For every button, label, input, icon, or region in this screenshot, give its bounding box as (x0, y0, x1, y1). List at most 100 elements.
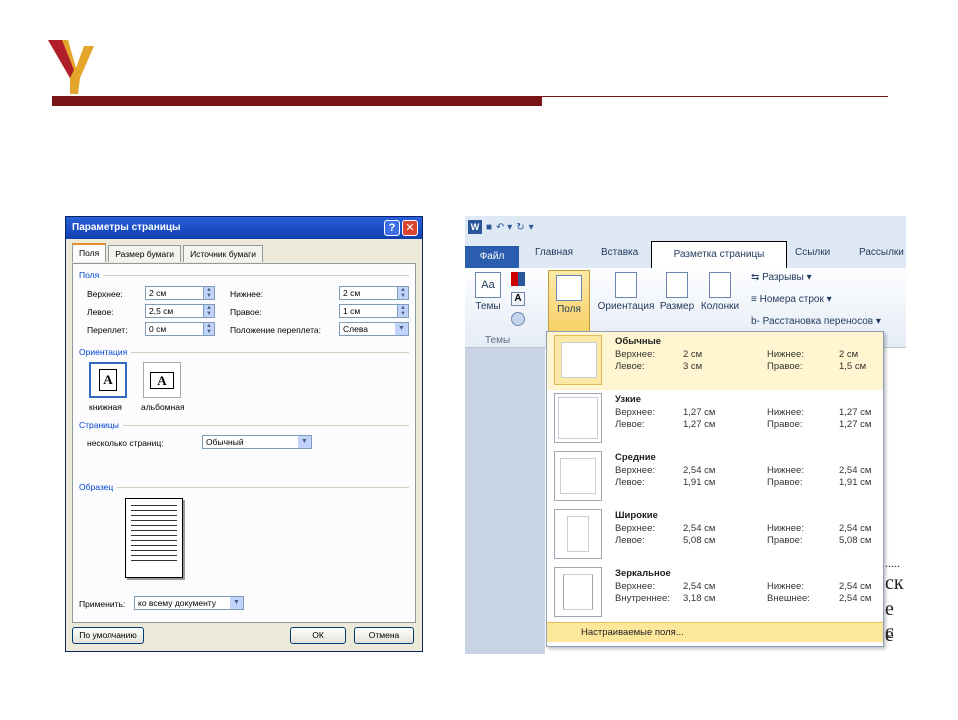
tab-home[interactable]: Главная (535, 247, 573, 258)
theme-fonts-icon[interactable]: A (511, 292, 525, 306)
spinner-icon[interactable]: ▲ ▼ (203, 323, 214, 335)
portrait-button[interactable]: A (89, 362, 127, 398)
quick-access-toolbar: W ■ ↶ ▾ ↻ ▾ (465, 216, 906, 238)
chevron-down-icon[interactable]: ▼ (298, 436, 311, 448)
tab-page-layout[interactable]: Разметка страницы (651, 241, 787, 269)
size-icon (666, 272, 688, 298)
line-numbers-button[interactable]: ≡ Номера строк ▾ (751, 294, 832, 305)
spinner-icon[interactable]: ▲ ▼ (203, 305, 214, 317)
margins-group: Поля (79, 270, 409, 280)
gutter-position-label: Положение переплета: (230, 325, 321, 335)
themes-button[interactable]: Aa Темы (471, 272, 505, 312)
doc-fragment-4: е с (885, 624, 894, 654)
dialog-title: Параметры страницы (72, 222, 181, 233)
margin-option-narrow[interactable]: Узкие Верхнее: 1,27 см Нижнее: 1,27 см Лев… (547, 390, 883, 448)
margin-option-mirrored[interactable]: Зеркальное Верхнее: 2,54 см Нижнее: 2,54 с… (547, 564, 883, 622)
spinner-icon[interactable]: ▲ ▼ (203, 287, 214, 299)
dialog-titlebar: Параметры страницы ? ✕ (66, 217, 422, 239)
gutter-input[interactable]: 0 см ▲ ▼ (145, 322, 215, 336)
spinner-icon[interactable]: ▲ ▼ (397, 305, 408, 317)
doc-fragment-2: ск (885, 572, 904, 594)
landscape-page-icon: A (150, 371, 174, 389)
themes-group-label: Темы (485, 335, 511, 346)
apply-label: Применить: (79, 599, 126, 609)
help-button[interactable]: ? (384, 220, 400, 236)
right-margin-input[interactable]: 1 см ▲ ▼ (339, 304, 409, 318)
margin-preview-icon (554, 335, 602, 385)
close-button[interactable]: ✕ (402, 220, 418, 236)
page-setup-dialog: Параметры страницы ? ✕ Поля Размер бумаг… (65, 216, 423, 652)
columns-icon (709, 272, 731, 298)
margin-option-normal[interactable]: Обычные Верхнее: 2 см Нижнее: 2 см Левое: 3… (547, 332, 883, 390)
tab-insert[interactable]: Вставка (601, 247, 638, 258)
chevron-down-icon[interactable]: ▼ (230, 597, 243, 609)
theme-colors-icon[interactable] (511, 272, 525, 286)
tab-mailings[interactable]: Рассылки (859, 247, 904, 258)
themes-label: Темы (475, 301, 501, 312)
margin-preview-icon (554, 393, 602, 443)
university-logo (48, 40, 94, 94)
margins-button[interactable]: Поля (548, 270, 590, 332)
preview-group: Образец (79, 482, 409, 492)
tab-paper-size[interactable]: Размер бумаги (108, 245, 182, 262)
hyphenation-icon: b- (751, 316, 763, 327)
left-label: Левое: (87, 307, 114, 317)
word-app-icon[interactable]: W (468, 220, 482, 234)
size-button[interactable]: Размер (659, 272, 695, 312)
margins-dropdown: Обычные Верхнее: 2 см Нижнее: 2 см Левое: 3… (546, 331, 884, 647)
margin-preview-icon (554, 451, 602, 501)
hyphenation-button[interactable]: b- Расстановка переносов ▾ (751, 316, 881, 327)
apply-select[interactable]: ко всему документу ▼ (134, 596, 244, 610)
redo-icon[interactable]: ↻ (516, 222, 524, 233)
save-icon[interactable]: ■ (486, 222, 492, 233)
margins-icon (556, 275, 582, 301)
top-margin-input[interactable]: 2 см ▲ ▼ (145, 286, 215, 300)
themes-icon: Aa (475, 272, 501, 298)
orientation-button[interactable]: Ориентация (593, 272, 659, 312)
word-window: W ■ ↶ ▾ ↻ ▾ Файл Главная Вставка Разметк… (465, 216, 906, 654)
margin-preview-icon (554, 567, 602, 617)
tab-file[interactable]: Файл (465, 246, 519, 268)
customize-qat-icon[interactable]: ▾ (529, 222, 534, 233)
margins-panel: Поля Верхнее: 2 см ▲ ▼ Нижнее: 2 см ▲ ▼ Лево… (72, 263, 416, 623)
margin-preview-icon (554, 509, 602, 559)
breaks-button[interactable]: ⇆ Разрывы ▾ (751, 272, 812, 283)
right-label: Правое: (230, 307, 262, 317)
landscape-button[interactable]: A (143, 362, 181, 398)
tab-paper-source[interactable]: Источник бумаги (183, 245, 263, 262)
header-bar (52, 96, 542, 106)
default-button[interactable]: По умолчанию (72, 627, 144, 644)
spinner-icon[interactable]: ▲ ▼ (397, 287, 408, 299)
page-preview (125, 498, 183, 578)
margin-option-wide[interactable]: Широкие Верхнее: 2,54 см Нижнее: 2,54 см Л… (547, 506, 883, 564)
columns-button[interactable]: Колонки (697, 272, 743, 312)
bottom-margin-input[interactable]: 2 см ▲ ▼ (339, 286, 409, 300)
landscape-label: альбомная (141, 402, 185, 412)
portrait-label: книжная (89, 402, 122, 412)
theme-effects-icon[interactable] (511, 312, 525, 326)
header-line (542, 96, 888, 97)
cancel-button[interactable]: Отмена (354, 627, 414, 644)
breaks-icon: ⇆ (751, 272, 763, 283)
portrait-page-icon: A (99, 369, 117, 391)
tab-references[interactable]: Ссылки (795, 247, 830, 258)
document-background (465, 348, 545, 654)
ok-button[interactable]: ОК (290, 627, 346, 644)
ribbon-tabs: Файл Главная Вставка Разметка страницы С… (465, 238, 906, 269)
margins-label: Поля (557, 304, 581, 315)
multiple-pages-select[interactable]: Обычный ▼ (202, 435, 312, 449)
gutter-label: Переплет: (87, 325, 128, 335)
top-label: Верхнее: (87, 289, 123, 299)
multiple-pages-label: несколько страниц: (87, 438, 164, 448)
bottom-label: Нижнее: (230, 289, 264, 299)
gutter-position-select[interactable]: Слева ▼ (339, 322, 409, 336)
margin-option-moderate[interactable]: Средние Верхнее: 2,54 см Нижнее: 2,54 см Л… (547, 448, 883, 506)
tab-margins[interactable]: Поля (72, 243, 107, 262)
custom-margins-button[interactable]: Настраиваемые поля... (547, 622, 883, 642)
dialog-tabs: Поля Размер бумаги Источник бумаги (72, 243, 265, 263)
undo-icon[interactable]: ↶ ▾ (496, 222, 512, 233)
orientation-icon (615, 272, 637, 298)
orientation-group: Ориентация (79, 347, 409, 357)
left-margin-input[interactable]: 2,5 см ▲ ▼ (145, 304, 215, 318)
chevron-down-icon[interactable]: ▼ (395, 323, 408, 335)
